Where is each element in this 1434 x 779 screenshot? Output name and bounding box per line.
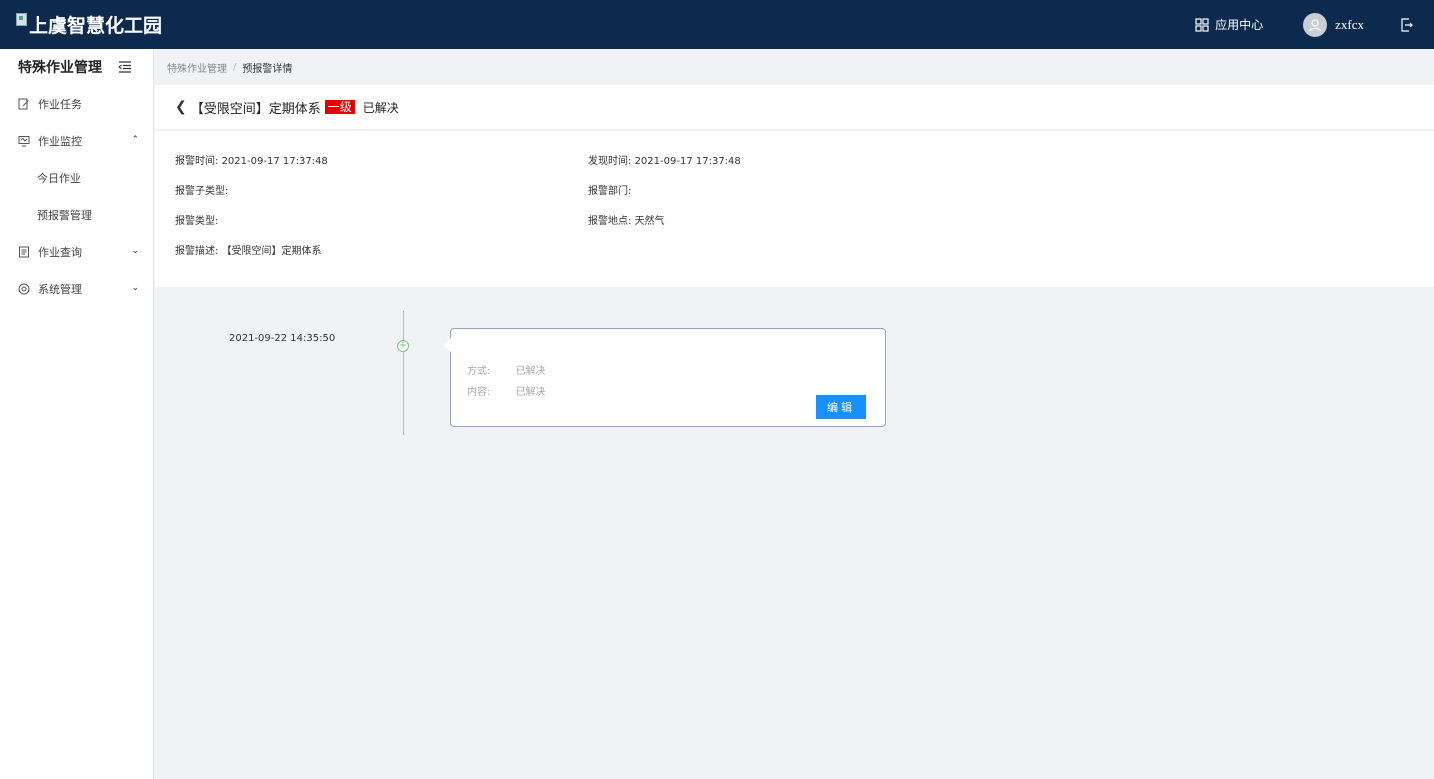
content-value: 已解决 [515, 387, 546, 398]
user-icon [1309, 18, 1322, 31]
sidebar-item-query[interactable]: 作业查询 ⌄ [0, 233, 153, 270]
sidebar-header: 特殊作业管理 [0, 49, 153, 85]
monitor-icon [18, 135, 30, 146]
method-label: 方式: [467, 366, 491, 377]
sidebar-subitem-alarm-management[interactable]: 预报警管理 [0, 196, 153, 233]
alarm-time-label: 报警时间: [175, 156, 219, 167]
logo-text: 上虞智慧化工园 [29, 15, 163, 37]
edit-icon [18, 98, 29, 109]
sidebar-item-label: 作业监控 [38, 134, 82, 148]
sidebar-title: 特殊作业管理 [18, 60, 102, 76]
description-label: 报警描述: [175, 246, 219, 257]
sidebar: 特殊作业管理 作业任务 作业监控 ⌃ 今日作业 预报警管理 作业查询 ⌄ 系统管… [0, 49, 154, 779]
location-label: 报警地点: [588, 216, 632, 227]
logout-icon[interactable] [1400, 17, 1414, 32]
breadcrumb-separator: / [233, 61, 237, 73]
chevron-up-icon: ⌃ [131, 135, 139, 145]
menu-collapse-icon[interactable] [118, 61, 132, 73]
content-label: 内容: [467, 387, 491, 398]
chevron-down-icon: ⌄ [131, 246, 139, 256]
chevron-down-icon: ⌄ [131, 283, 139, 293]
found-time-label: 发现时间: [588, 156, 632, 167]
sidebar-item-label: 作业任务 [38, 97, 82, 111]
description-value: 【受限空间】定期体系 [221, 246, 322, 257]
description-row: 报警描述: 【受限空间】定期体系 [175, 242, 322, 257]
user-menu[interactable]: zxfcx [1303, 12, 1364, 37]
type-row: 报警类型: [175, 212, 218, 227]
app-center-label: 应用中心 [1215, 18, 1264, 32]
found-time-row: 发现时间: 2021-09-17 17:37:48 [588, 152, 741, 167]
content-row: 内容: 已解决 [467, 383, 546, 398]
found-time-value: 2021-09-17 17:37:48 [634, 156, 741, 167]
timeline-line [403, 311, 404, 435]
timeline-add-icon: + [397, 340, 409, 352]
settings-icon [18, 283, 30, 294]
sidebar-item-monitor[interactable]: 作业监控 ⌃ [0, 122, 153, 159]
method-value: 已解决 [515, 366, 546, 377]
sidebar-item-label: 系统管理 [38, 282, 82, 296]
breadcrumb: 特殊作业管理 / 预报警详情 [155, 49, 1434, 85]
location-value: 天然气 [634, 216, 665, 227]
sub-type-row: 报警子类型: [175, 182, 228, 197]
alarm-time-row: 报警时间: 2021-09-17 17:37:48 [175, 152, 328, 167]
timeline-time: 2021-09-22 14:35:50 [229, 333, 336, 344]
app-center-button[interactable]: 应用中心 [1195, 16, 1263, 33]
location-row: 报警地点: 天然气 [588, 212, 665, 227]
avatar [1303, 12, 1328, 37]
sidebar-item-label: 作业查询 [38, 245, 82, 259]
detail-header: ❮ 【受限空间】定期体系 一级 已解决 [155, 85, 1434, 130]
logo[interactable]: 上虞智慧化工园 [16, 11, 162, 38]
type-label: 报警类型: [175, 216, 219, 227]
info-card: 报警时间: 2021-09-17 17:37:48 发现时间: 2021-09-… [155, 131, 1434, 287]
method-row: 方式: 已解决 [467, 362, 546, 377]
broken-image-icon [16, 13, 27, 26]
username: zxfcx [1335, 16, 1364, 32]
sidebar-subitem-today[interactable]: 今日作业 [0, 159, 153, 196]
sidebar-item-system[interactable]: 系统管理 ⌄ [0, 270, 153, 307]
page-title: 【受限空间】定期体系 [190, 101, 321, 117]
sub-type-label: 报警子类型: [175, 186, 229, 197]
breadcrumb-parent[interactable]: 特殊作业管理 [167, 60, 227, 75]
dept-label: 报警部门: [588, 186, 632, 197]
sidebar-item-tasks[interactable]: 作业任务 [0, 85, 153, 122]
grid-icon [1195, 17, 1209, 32]
timeline-card: 方式: 已解决 内容: 已解决 编辑 [443, 328, 886, 427]
dept-row: 报警部门: [588, 182, 631, 197]
edit-button[interactable]: 编辑 [816, 395, 866, 419]
alarm-time-value: 2021-09-17 17:37:48 [221, 156, 328, 167]
breadcrumb-current: 预报警详情 [242, 63, 293, 75]
back-arrow-icon[interactable]: ❮ [175, 99, 187, 115]
top-bar: 上虞智慧化工园 应用中心 zxfcx [0, 0, 1434, 49]
document-icon [19, 246, 29, 257]
status-text: 已解决 [362, 100, 399, 115]
level-badge: 一级 [324, 100, 355, 114]
sidebar-subitem-label: 今日作业 [37, 171, 81, 185]
sidebar-subitem-label: 预报警管理 [37, 208, 92, 222]
